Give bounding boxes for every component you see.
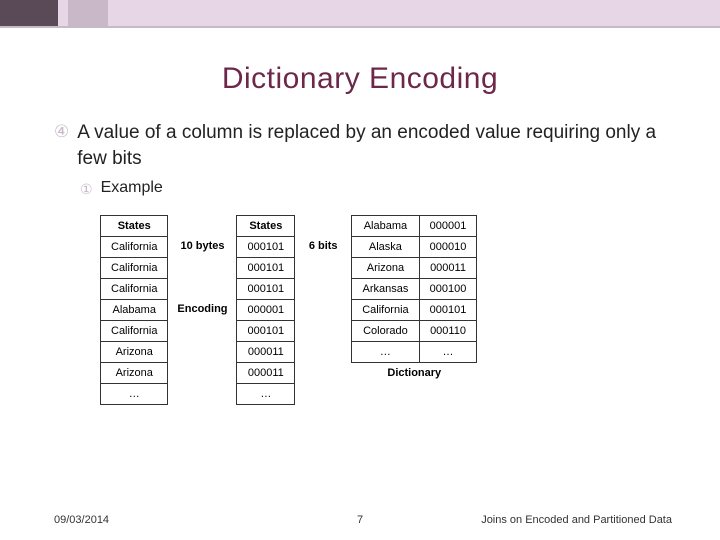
decorative-block	[0, 0, 58, 26]
states-raw-table: States California California California …	[100, 215, 168, 405]
table-header: States	[237, 216, 295, 237]
dict-key: Alaska	[352, 237, 419, 258]
dict-val: 000100	[419, 279, 477, 300]
table-cell: California	[101, 258, 168, 279]
table-header: States	[101, 216, 168, 237]
table-cell: 000011	[237, 363, 295, 384]
annotation-left-column: 10 bytes Encoding	[172, 215, 232, 320]
table-cell: California	[101, 237, 168, 258]
table-cell: 000011	[237, 342, 295, 363]
dict-val: 000011	[419, 258, 477, 279]
footer-source: Joins on Encoded and Partitioned Data	[481, 514, 672, 526]
dictionary-block: Alabama000001 Alaska000010 Arizona000011…	[351, 215, 477, 379]
dictionary-caption: Dictionary	[351, 367, 477, 379]
footer-date: 09/03/2014	[54, 514, 109, 526]
encoding-arrow-label: Encoding	[172, 299, 232, 320]
annotation-right-column: 6 bits	[299, 215, 347, 257]
bullet-main: ④ A value of a column is replaced by an …	[54, 120, 680, 171]
dict-key: Arkansas	[352, 279, 419, 300]
table-cell: …	[101, 384, 168, 405]
dict-key: Colorado	[352, 321, 419, 342]
table-cell: 000101	[237, 258, 295, 279]
footer-page-number: 7	[357, 514, 363, 526]
dictionary-table: Alabama000001 Alaska000010 Arizona000011…	[351, 215, 477, 363]
slide-footer: 09/03/2014 7 Joins on Encoded and Partit…	[0, 514, 720, 526]
table-cell: California	[101, 321, 168, 342]
dict-key: California	[352, 300, 419, 321]
slide-top-bar	[0, 0, 720, 28]
states-encoded-table: States 000101 000101 000101 000001 00010…	[236, 215, 295, 405]
dict-key: …	[352, 342, 419, 363]
bullet-circle-1-icon: ①	[80, 179, 93, 199]
dict-key: Alabama	[352, 216, 419, 237]
size-label-encoded: 6 bits	[299, 236, 347, 257]
dict-val: 000110	[419, 321, 477, 342]
table-cell: 000101	[237, 321, 295, 342]
bullet-sub: ① Example	[80, 179, 680, 199]
bullet-main-text: A value of a column is replaced by an en…	[77, 120, 680, 171]
dict-val: 000010	[419, 237, 477, 258]
table-cell: 000101	[237, 279, 295, 300]
dict-key: Arizona	[352, 258, 419, 279]
bullet-sub-text: Example	[101, 179, 163, 197]
table-cell: 000001	[237, 300, 295, 321]
decorative-block	[68, 0, 108, 26]
bullet-circle-4-icon: ④	[54, 120, 69, 144]
dict-val: 000001	[419, 216, 477, 237]
table-cell: Arizona	[101, 363, 168, 384]
size-label-raw: 10 bytes	[172, 236, 232, 257]
table-cell: 000101	[237, 237, 295, 258]
decorative-block	[58, 0, 68, 26]
dict-val: …	[419, 342, 477, 363]
table-cell: Alabama	[101, 300, 168, 321]
page-title: Dictionary Encoding	[0, 62, 720, 96]
table-cell: …	[237, 384, 295, 405]
table-cell: California	[101, 279, 168, 300]
table-cell: Arizona	[101, 342, 168, 363]
dict-val: 000101	[419, 300, 477, 321]
